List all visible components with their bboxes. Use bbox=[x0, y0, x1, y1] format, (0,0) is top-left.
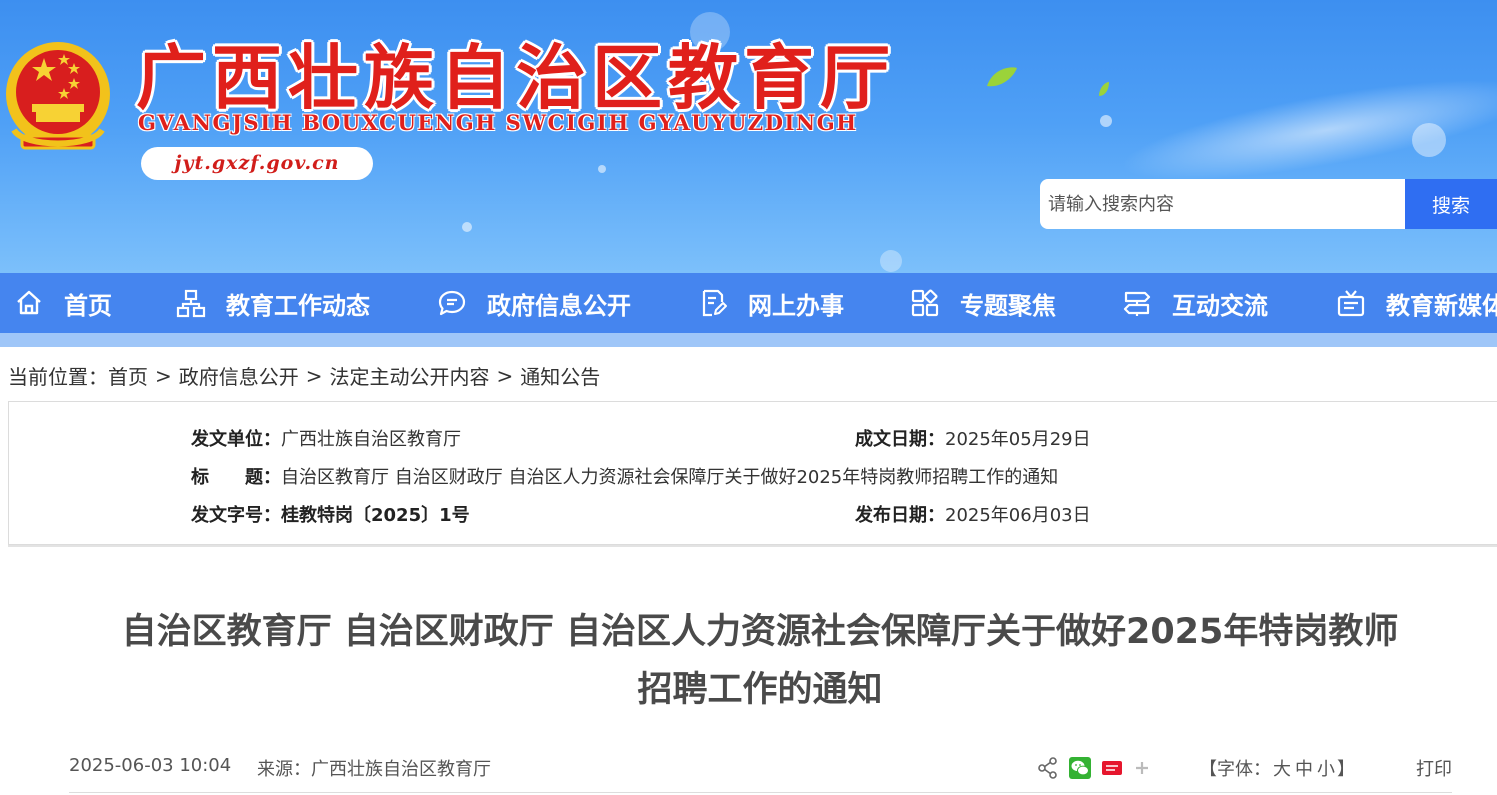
nav-item-special-topics[interactable]: 专题聚焦 bbox=[910, 273, 1056, 333]
meta-doc-number-label: 发文字号： bbox=[191, 505, 281, 526]
font-size-medium-button[interactable]: 中 bbox=[1295, 759, 1313, 780]
article-title-line-1: 自治区教育厅 自治区财政厅 自治区人力资源社会保障厅关于做好2025年特岗教师 bbox=[121, 612, 1399, 652]
meta-doc-number-value: 桂教特岗〔2025〕1号 bbox=[281, 505, 470, 526]
breadcrumb-statutory-content[interactable]: 法定主动公开内容 bbox=[330, 365, 490, 389]
site-domain: jyt.gxzf.gov.cn bbox=[141, 147, 373, 180]
nav-label: 政府信息公开 bbox=[487, 291, 631, 320]
meta-publish-date: 发布日期：2025年06月03日 bbox=[855, 501, 1091, 527]
weibo-icon[interactable] bbox=[1101, 757, 1123, 779]
font-size-small-button[interactable]: 小 bbox=[1317, 759, 1335, 780]
print-button[interactable]: 打印 bbox=[1416, 755, 1452, 781]
edit-document-icon bbox=[702, 289, 727, 317]
national-emblem-logo bbox=[6, 42, 110, 150]
breadcrumb-separator: > bbox=[155, 363, 172, 388]
section-divider bbox=[8, 545, 1497, 547]
breadcrumb-separator: > bbox=[496, 363, 514, 388]
org-chart-icon bbox=[176, 289, 206, 318]
meta-title-label: 标 题： bbox=[191, 467, 281, 488]
nav-item-home[interactable]: 首页 bbox=[14, 273, 112, 333]
meta-date-written-label: 成文日期： bbox=[855, 429, 945, 450]
search-box: 搜索 bbox=[1040, 179, 1497, 229]
leaf-decoration bbox=[987, 67, 1017, 87]
meta-issuer: 发文单位：广西壮族自治区教育厅 bbox=[191, 425, 461, 451]
home-icon bbox=[17, 290, 41, 315]
article-publish-time: 2025-06-03 10:04 bbox=[69, 755, 232, 776]
font-size-prefix: 【字体： bbox=[1199, 759, 1271, 780]
nav-label: 教育新媒体 bbox=[1386, 291, 1497, 320]
meta-issuer-label: 发文单位： bbox=[191, 429, 281, 450]
nav-label: 专题聚焦 bbox=[960, 291, 1056, 320]
nav-label: 教育工作动态 bbox=[226, 291, 370, 320]
breadcrumb-prefix: 当前位置： bbox=[8, 365, 108, 389]
share-icon[interactable] bbox=[1037, 757, 1059, 779]
nav-item-online-services[interactable]: 网上办事 bbox=[698, 273, 844, 333]
document-meta-box: 发文单位：广西壮族自治区教育厅 成文日期：2025年05月29日 标 题：自治区… bbox=[8, 401, 1497, 545]
nav-item-education-news[interactable]: 教育工作动态 bbox=[176, 273, 370, 333]
article-title-line-2: 招聘工作的通知 bbox=[637, 670, 883, 710]
nav-label: 网上办事 bbox=[748, 291, 844, 320]
site-header: 广西壮族自治区教育厅 GVANGJSIH BOUXCUENGH SWCIGIH … bbox=[0, 0, 1497, 273]
article-title: 自治区教育厅 自治区财政厅 自治区人力资源社会保障厅关于做好2025年特岗教师 … bbox=[60, 603, 1460, 719]
site-subtitle: GVANGJSIH BOUXCUENGH SWCIGIH GYAUYUZDING… bbox=[138, 110, 858, 135]
site-title: 广西壮族自治区教育厅 bbox=[136, 36, 896, 119]
nav-label: 首页 bbox=[64, 291, 112, 320]
font-size-large-button[interactable]: 大 bbox=[1273, 759, 1291, 780]
search-input[interactable] bbox=[1040, 179, 1405, 229]
meta-publish-date-value: 2025年06月03日 bbox=[945, 505, 1091, 526]
breadcrumb: 当前位置：首页 > 政府信息公开 > 法定主动公开内容 > 通知公告 bbox=[8, 361, 600, 390]
media-icon bbox=[1337, 290, 1365, 317]
nav-item-new-media[interactable]: 教育新媒体 bbox=[1336, 273, 1497, 333]
wechat-icon[interactable] bbox=[1069, 757, 1091, 779]
nav-item-gov-info[interactable]: 政府信息公开 bbox=[437, 273, 631, 333]
info-bar-divider bbox=[69, 792, 1452, 793]
breadcrumb-notices[interactable]: 通知公告 bbox=[520, 365, 600, 389]
leaf-decoration bbox=[1099, 82, 1109, 96]
breadcrumb-gov-info[interactable]: 政府信息公开 bbox=[179, 365, 299, 389]
main-nav: 首页 教育工作动态 政府信息公开 网上办事 专题聚焦 互动交流 教育新媒体 bbox=[0, 273, 1497, 333]
meta-publish-date-label: 发布日期： bbox=[855, 505, 945, 526]
grid-icon bbox=[911, 289, 939, 317]
meta-title: 标 题：自治区教育厅 自治区财政厅 自治区人力资源社会保障厅关于做好2025年特… bbox=[191, 463, 1058, 489]
meta-doc-number: 发文字号：桂教特岗〔2025〕1号 bbox=[191, 501, 470, 527]
share-toolbar bbox=[1037, 755, 1161, 781]
nav-label: 互动交流 bbox=[1172, 291, 1268, 320]
plus-icon[interactable] bbox=[1133, 759, 1151, 777]
meta-title-value: 自治区教育厅 自治区财政厅 自治区人力资源社会保障厅关于做好2025年特岗教师招… bbox=[281, 467, 1059, 488]
nav-sub-bar bbox=[0, 333, 1497, 347]
article-info-bar: 2025-06-03 10:04 来源：广西壮族自治区教育厅 【字体：大中小】 … bbox=[69, 755, 1452, 781]
meta-issuer-value: 广西壮族自治区教育厅 bbox=[281, 429, 461, 450]
meta-date-written-value: 2025年05月29日 bbox=[945, 429, 1091, 450]
breadcrumb-separator: > bbox=[305, 363, 323, 388]
font-size-suffix: 】 bbox=[1337, 759, 1355, 780]
nav-item-interaction[interactable]: 互动交流 bbox=[1122, 273, 1268, 333]
meta-date-written: 成文日期：2025年05月29日 bbox=[855, 425, 1091, 451]
article-source: 来源：广西壮族自治区教育厅 bbox=[257, 759, 491, 780]
font-size-control: 【字体：大中小】 bbox=[1199, 755, 1355, 781]
search-button[interactable]: 搜索 bbox=[1405, 179, 1497, 229]
signpost-icon bbox=[1123, 291, 1151, 316]
chat-bubble-icon bbox=[438, 290, 466, 316]
breadcrumb-home[interactable]: 首页 bbox=[108, 365, 148, 389]
